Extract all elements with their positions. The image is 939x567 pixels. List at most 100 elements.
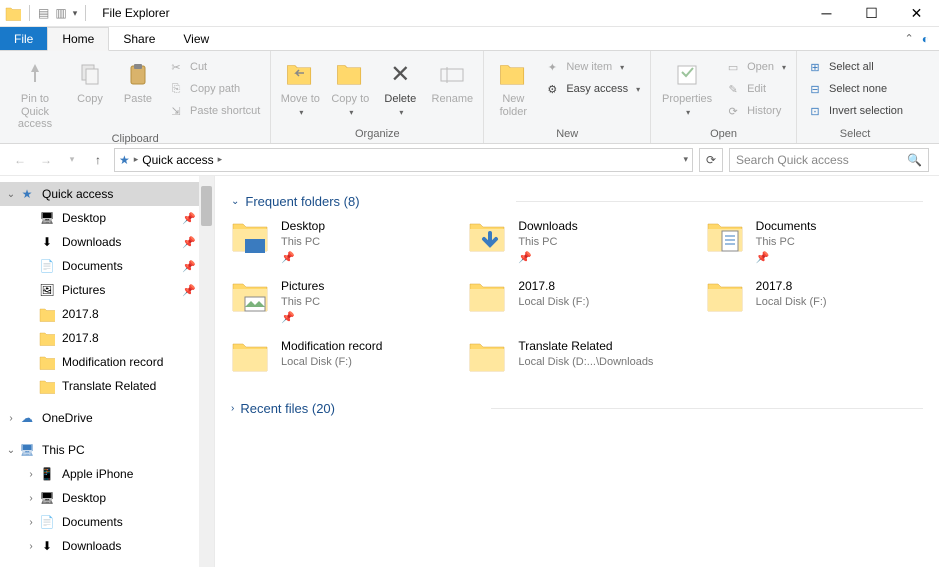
search-placeholder: Search Quick access xyxy=(736,153,849,167)
sidebar-quick-access[interactable]: ⌄ ★ Quick access xyxy=(0,182,214,206)
close-button[interactable]: ✕ xyxy=(894,0,939,27)
sidebar-item[interactable]: ›⬇ Downloads xyxy=(0,534,214,558)
expand-icon[interactable]: › xyxy=(24,517,38,528)
address-dropdown-icon[interactable]: ▾ xyxy=(683,154,688,165)
search-input[interactable]: Search Quick access 🔍 xyxy=(729,148,929,172)
chevron-right-icon[interactable]: ▸ xyxy=(218,154,223,165)
folder-item[interactable]: Desktop This PC 📌 xyxy=(231,219,448,265)
collapse-icon[interactable]: ⌄ xyxy=(4,189,18,200)
folder-item[interactable]: Modification record Local Disk (F:) xyxy=(231,339,448,379)
expand-icon[interactable]: › xyxy=(24,469,38,480)
folder-location: Local Disk (F:) xyxy=(756,295,827,309)
sidebar-item[interactable]: 2017.8 xyxy=(0,326,214,350)
address-bar[interactable]: ★ ▸ Quick access ▸ ▾ xyxy=(114,148,693,172)
up-button[interactable]: ↑ xyxy=(88,150,108,170)
window-title: File Explorer xyxy=(102,6,169,20)
star-icon: ★ xyxy=(119,153,130,167)
sidebar-item[interactable]: Modification record xyxy=(0,350,214,374)
recent-dropdown-icon[interactable]: ▾ xyxy=(62,150,82,170)
sidebar-item[interactable]: ›📄Documents xyxy=(0,510,214,534)
minimize-button[interactable]: ─ xyxy=(804,0,849,27)
select-all-button[interactable]: ⊞Select all xyxy=(803,57,907,77)
qat-newfolder-icon[interactable]: ▥ xyxy=(55,6,66,20)
folder-icon xyxy=(231,279,271,319)
folder-icon xyxy=(468,339,508,379)
refresh-button[interactable]: ⟳ xyxy=(699,148,723,172)
forward-button[interactable]: → xyxy=(36,150,56,170)
folder-name: Downloads xyxy=(518,219,577,235)
expand-icon[interactable]: › xyxy=(24,493,38,504)
copy-path-button[interactable]: ⎘Copy path xyxy=(164,79,264,99)
back-button[interactable]: ← xyxy=(10,150,30,170)
navbar: ← → ▾ ↑ ★ ▸ Quick access ▸ ▾ ⟳ Search Qu… xyxy=(0,144,939,176)
folder-item[interactable]: Downloads This PC 📌 xyxy=(468,219,685,265)
sidebar-item[interactable]: Translate Related xyxy=(0,374,214,398)
paste-shortcut-button[interactable]: ⇲Paste shortcut xyxy=(164,101,264,121)
copy-button[interactable]: Copy xyxy=(68,55,112,131)
easy-access-button[interactable]: ⚙Easy access▾ xyxy=(540,79,644,99)
tab-home[interactable]: Home xyxy=(47,27,109,51)
new-item-button[interactable]: ✦New item▾ xyxy=(540,57,644,77)
sidebar-onedrive[interactable]: › ☁ OneDrive xyxy=(0,406,214,430)
folder-name: 2017.8 xyxy=(756,279,827,295)
properties-button[interactable]: Properties▾ xyxy=(657,55,717,126)
sidebar-item-label: Desktop xyxy=(62,211,106,225)
sidebar-item-label: Downloads xyxy=(62,539,121,553)
expand-icon[interactable]: › xyxy=(24,541,38,552)
folder-location: This PC xyxy=(281,295,324,309)
folder-item[interactable]: 2017.8 Local Disk (F:) xyxy=(468,279,685,325)
rename-button[interactable]: Rename xyxy=(427,55,477,126)
paste-button[interactable]: Paste xyxy=(116,55,160,131)
cut-button[interactable]: ✂Cut xyxy=(164,57,264,77)
chevron-right-icon[interactable]: ▸ xyxy=(134,154,139,165)
maximize-button[interactable]: ☐ xyxy=(849,0,894,27)
sidebar-item[interactable]: ⬇Downloads📌 xyxy=(0,230,214,254)
open-button[interactable]: ▭Open▾ xyxy=(721,57,790,77)
invert-selection-button[interactable]: ⊡Invert selection xyxy=(803,101,907,121)
device-icon: ⬇ xyxy=(38,537,56,555)
address-segment[interactable]: Quick access xyxy=(142,153,213,167)
folder-icon xyxy=(706,279,746,319)
sidebar-item[interactable]: 🖼Pictures📌 xyxy=(0,278,214,302)
tab-file[interactable]: File xyxy=(0,27,47,50)
folder-item[interactable]: 2017.8 Local Disk (F:) xyxy=(706,279,923,325)
pin-quickaccess-button[interactable]: Pin to Quick access xyxy=(6,55,64,131)
sidebar-item[interactable]: 🖥Desktop📌 xyxy=(0,206,214,230)
edit-button[interactable]: ✎Edit xyxy=(721,79,790,99)
new-folder-button[interactable]: New folder xyxy=(490,55,536,126)
device-icon: 📄 xyxy=(38,513,56,531)
ribbon-collapse-icon[interactable]: ⌃ xyxy=(905,32,914,45)
tab-view[interactable]: View xyxy=(169,27,223,50)
folder-icon: 🖼 xyxy=(38,281,56,299)
delete-button[interactable]: ✕ Delete▾ xyxy=(377,55,423,126)
qat-properties-icon[interactable]: ▤ xyxy=(38,6,49,20)
expand-icon[interactable]: › xyxy=(4,413,18,424)
copy-to-button[interactable]: Copy to▾ xyxy=(327,55,373,126)
sidebar-item-label: Modification record xyxy=(62,355,163,369)
ribbon-group-open: Properties▾ ▭Open▾ ✎Edit ⟳History Open xyxy=(651,51,797,143)
folder-icon xyxy=(38,329,56,347)
collapse-icon[interactable]: ⌄ xyxy=(4,445,18,456)
history-button[interactable]: ⟳History xyxy=(721,101,790,121)
sidebar-item[interactable]: 2017.8 xyxy=(0,302,214,326)
sidebar-scrollbar[interactable] xyxy=(199,176,214,567)
sidebar-item[interactable]: ›🖥Desktop xyxy=(0,486,214,510)
sidebar-this-pc[interactable]: ⌄ 🖥 This PC xyxy=(0,438,214,462)
folder-item[interactable]: Translate Related Local Disk (D:...\Down… xyxy=(468,339,685,379)
title-bar: ▤ ▥ ▾ File Explorer ─ ☐ ✕ xyxy=(0,0,939,27)
folder-icon xyxy=(38,377,56,395)
sidebar-item-label: Desktop xyxy=(62,491,106,505)
folder-item[interactable]: Documents This PC 📌 xyxy=(706,219,923,265)
sidebar-item[interactable]: 📄Documents📌 xyxy=(0,254,214,278)
sidebar-item[interactable]: ›📱Apple iPhone xyxy=(0,462,214,486)
folder-item[interactable]: Pictures This PC 📌 xyxy=(231,279,448,325)
pin-icon: 📌 xyxy=(518,251,577,265)
help-icon[interactable]: ◐ xyxy=(922,32,929,46)
select-none-button[interactable]: ⊟Select none xyxy=(803,79,907,99)
qat-dropdown-icon[interactable]: ▾ xyxy=(73,8,78,19)
device-icon: 📱 xyxy=(38,465,56,483)
section-frequent-folders[interactable]: ⌄ Frequent folders (8) xyxy=(231,194,923,209)
section-recent-files[interactable]: › Recent files (20) xyxy=(231,401,923,416)
move-to-button[interactable]: Move to▾ xyxy=(277,55,323,126)
tab-share[interactable]: Share xyxy=(109,27,169,50)
